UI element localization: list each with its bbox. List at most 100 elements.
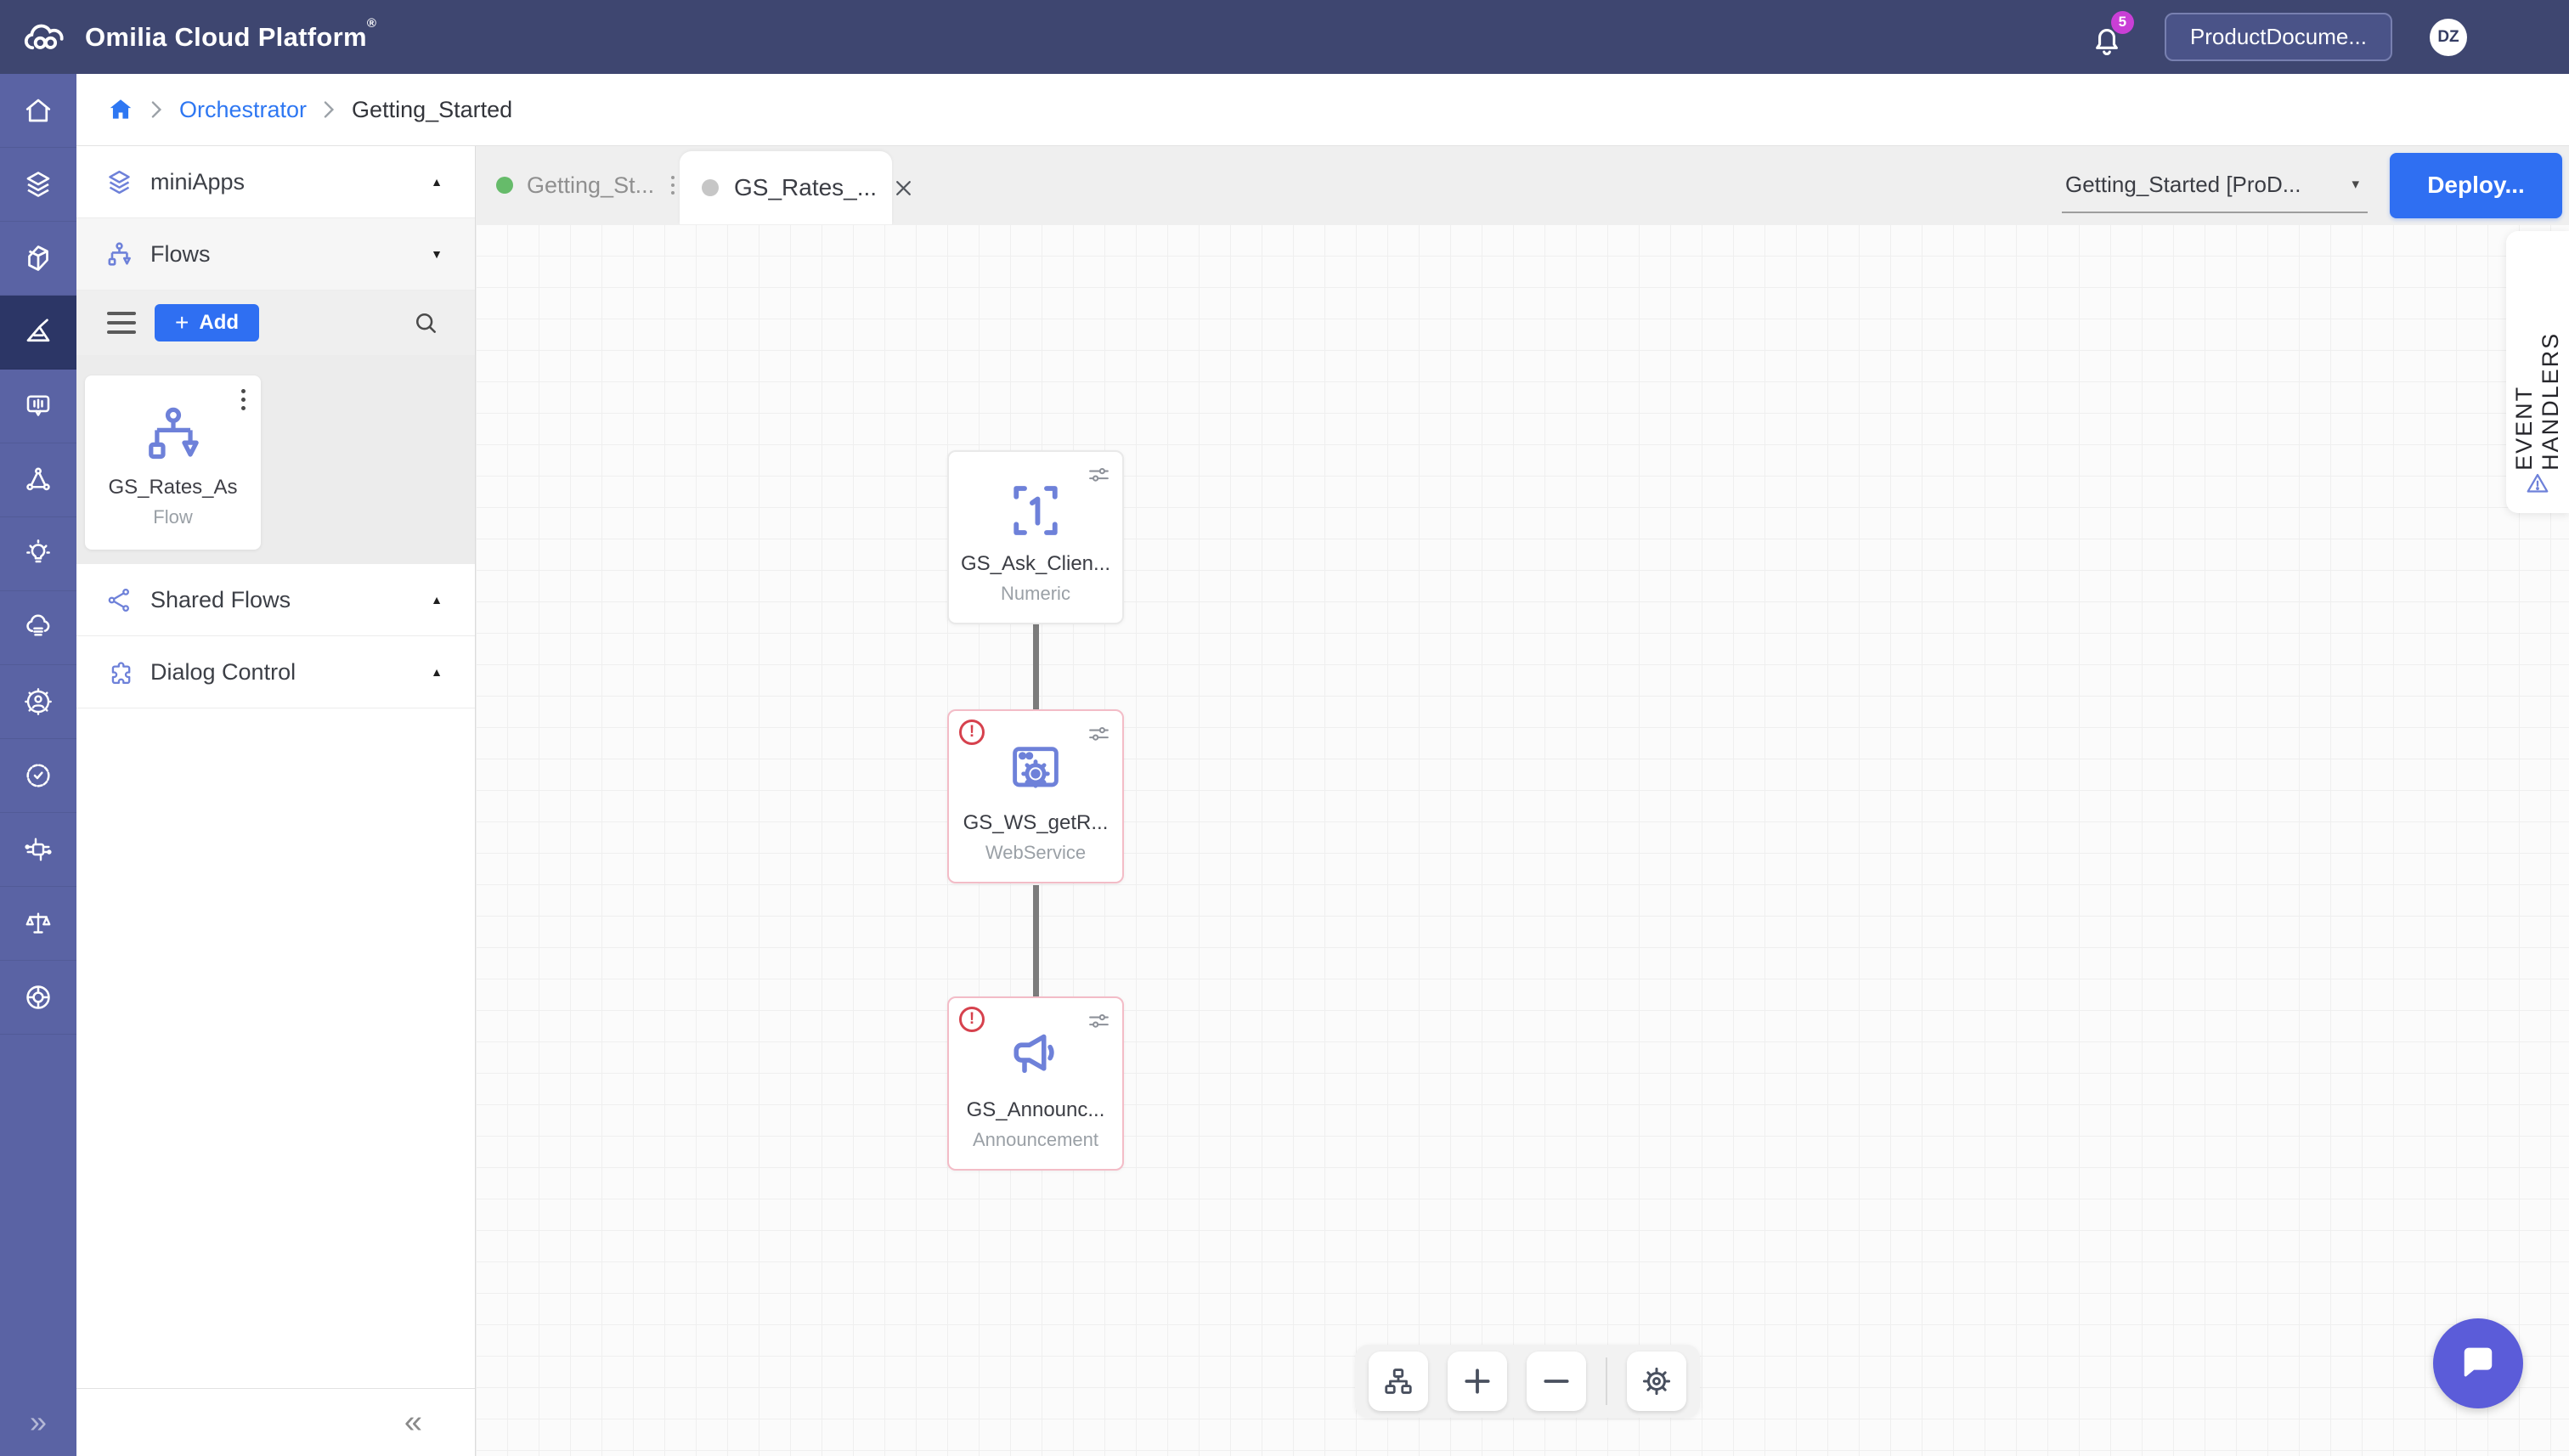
plus-icon: +: [175, 309, 189, 336]
app-title: Omilia Cloud Platform®: [85, 22, 376, 53]
sidebar-item-dialogs[interactable]: [0, 370, 76, 443]
section-flows[interactable]: Flows ▼: [76, 218, 475, 291]
node-settings-icon[interactable]: [1086, 1008, 1112, 1035]
flow-icon: [142, 403, 205, 466]
network-triangle-icon: [23, 465, 54, 495]
chevron-right-icon: [151, 100, 162, 119]
flow-list: GS_Rates_As Flow: [76, 355, 475, 564]
node-type: WebService: [985, 842, 1086, 864]
error-badge: !: [959, 1007, 985, 1032]
expand-caret-icon[interactable]: ▼: [431, 247, 443, 261]
node-gs-announcement[interactable]: ! GS_Announc... Announcement: [947, 996, 1124, 1171]
topbar: Omilia Cloud Platform® 5 ProductDocume..…: [0, 0, 2569, 74]
organization-button[interactable]: ProductDocume...: [2165, 13, 2392, 61]
circuit-icon: [23, 834, 54, 865]
section-dialog-control[interactable]: Dialog Control ▲: [76, 636, 475, 708]
chevron-down-icon: ▾: [2352, 176, 2359, 193]
voice-dialog-icon: [23, 391, 54, 421]
flows-toolbar: +Add: [76, 291, 475, 355]
add-flow-button[interactable]: +Add: [155, 304, 259, 341]
hierarchy-layout-icon: [1382, 1365, 1414, 1397]
tab-menu-icon[interactable]: [671, 176, 675, 195]
deploy-button[interactable]: Deploy...: [2390, 153, 2562, 218]
sidebar-item-miniapps[interactable]: [0, 148, 76, 222]
sidebar-item-integrations[interactable]: [0, 813, 76, 887]
sidebar-item-support[interactable]: [0, 961, 76, 1035]
zoom-out-icon: [1540, 1365, 1572, 1397]
search-icon[interactable]: [412, 309, 439, 336]
node-gs-ask-client[interactable]: GS_Ask_Clien... Numeric: [947, 450, 1124, 624]
miniapps-icon: [23, 169, 54, 200]
tab-status-dot-gray: [702, 179, 719, 196]
warning-icon: [2524, 471, 2551, 496]
sidebar-item-orchestrator[interactable]: [0, 296, 76, 370]
flow-card-type: Flow: [153, 506, 192, 528]
puzzle-icon: [105, 658, 133, 686]
zoom-out-button[interactable]: [1527, 1352, 1586, 1411]
lightbulb-icon: [23, 539, 54, 569]
node-type: Announcement: [973, 1129, 1098, 1151]
section-miniapps[interactable]: miniApps ▲: [76, 146, 475, 218]
cloud-services-icon: [23, 612, 54, 643]
node-title: GS_Announc...: [967, 1098, 1105, 1122]
node-settings-icon[interactable]: [1086, 462, 1112, 488]
numeric-input-icon: [1002, 477, 1069, 544]
sidebar-expand-button[interactable]: »: [0, 1398, 76, 1446]
flows-menu-icon[interactable]: [107, 312, 136, 334]
icon-sidebar: »: [0, 74, 76, 1456]
sidebar-item-home[interactable]: [0, 74, 76, 148]
flow-canvas[interactable]: GS_Ask_Clien... Numeric ! GS_WS_getR... …: [476, 224, 2569, 1456]
sidebar-item-insights[interactable]: [0, 517, 76, 591]
verified-badge-icon: [23, 760, 54, 791]
collapse-caret-icon[interactable]: ▲: [431, 175, 443, 189]
section-shared-flows[interactable]: Shared Flows ▲: [76, 564, 475, 636]
zoom-in-icon: [1461, 1365, 1493, 1397]
notifications-button[interactable]: 5: [2088, 16, 2127, 59]
flow-card-menu-icon[interactable]: [238, 386, 249, 414]
canvas-column: Getting_St... GS_Rates_... Getting_Start…: [476, 146, 2569, 1456]
topbar-right: 5 ProductDocume... DZ: [2088, 13, 2467, 61]
connector-line: [1033, 885, 1039, 998]
sidebar-item-quality[interactable]: [0, 739, 76, 813]
user-settings-icon: [23, 686, 54, 717]
event-handlers-panel[interactable]: EVENT HANDLERS: [2506, 231, 2569, 513]
scales-icon: [23, 908, 54, 939]
tab-gs-rates[interactable]: GS_Rates_...: [680, 151, 892, 224]
close-icon[interactable]: [892, 177, 915, 200]
orchestrator-icon: [23, 317, 54, 347]
node-title: GS_WS_getR...: [963, 811, 1109, 835]
sidebar-item-entities[interactable]: [0, 443, 76, 517]
sidebar-item-assets[interactable]: [0, 222, 76, 296]
chat-button[interactable]: [2433, 1318, 2523, 1408]
panel-empty-area: [76, 708, 475, 1388]
breadcrumb-home-icon[interactable]: [107, 96, 134, 123]
node-settings-icon[interactable]: [1086, 721, 1112, 748]
tab-getting-started[interactable]: Getting_St...: [488, 146, 683, 224]
omilia-logo-icon: [22, 19, 71, 56]
auto-layout-button[interactable]: [1369, 1352, 1428, 1411]
collapse-caret-icon[interactable]: ▲: [431, 665, 443, 679]
zoom-in-button[interactable]: [1448, 1352, 1507, 1411]
node-gs-ws-getrates[interactable]: ! GS_WS_getR... WebService: [947, 709, 1124, 883]
settings-icon: [1640, 1365, 1673, 1397]
panel-footer: «: [76, 1388, 475, 1456]
collapse-caret-icon[interactable]: ▲: [431, 593, 443, 607]
flows-panel: miniApps ▲ Flows ▼ +Add: [76, 146, 476, 1456]
flow-icon: [105, 240, 133, 268]
chevron-right-icon: [324, 100, 335, 119]
avatar[interactable]: DZ: [2430, 19, 2467, 56]
flow-card-gs-rates[interactable]: GS_Rates_As Flow: [85, 375, 261, 550]
sidebar-item-cloud-services[interactable]: [0, 591, 76, 665]
lifebuoy-icon: [23, 982, 54, 1013]
breadcrumb: Orchestrator Getting_Started: [76, 74, 2569, 146]
breadcrumb-orchestrator-link[interactable]: Orchestrator: [179, 97, 307, 123]
environment-select[interactable]: Getting_Started [ProD... ▾: [2062, 157, 2368, 213]
sidebar-item-admin[interactable]: [0, 665, 76, 739]
error-badge: !: [959, 720, 985, 745]
canvas-toolbar: [1355, 1345, 1700, 1418]
canvas-settings-button[interactable]: [1627, 1352, 1686, 1411]
notification-count-badge: 5: [2111, 11, 2134, 34]
sidebar-item-compliance[interactable]: [0, 887, 76, 961]
toolbar-divider: [1606, 1357, 1607, 1405]
panel-collapse-button[interactable]: «: [404, 1404, 422, 1441]
